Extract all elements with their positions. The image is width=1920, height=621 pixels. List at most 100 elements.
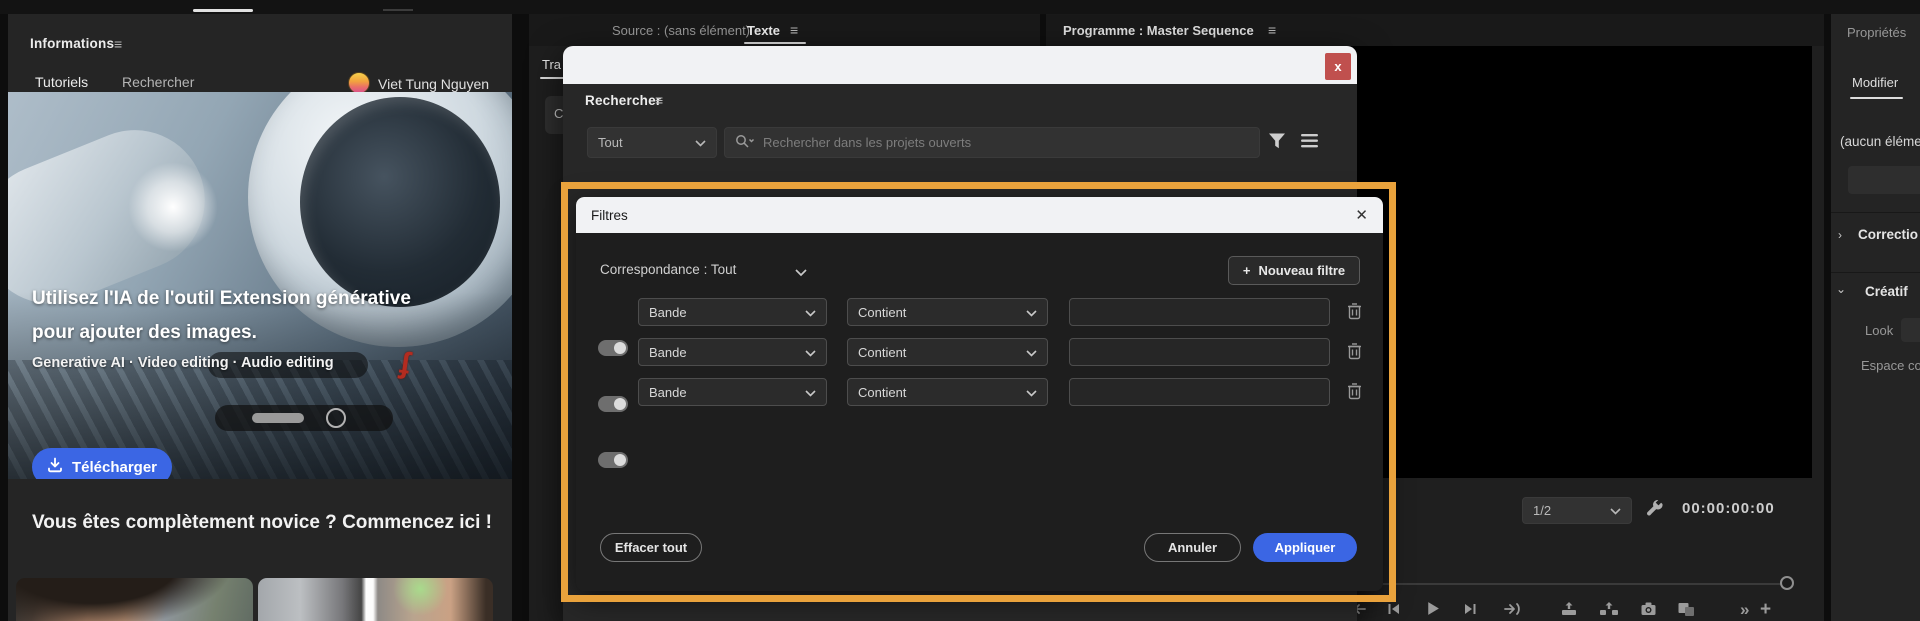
tab-modifier[interactable]: Modifier	[1852, 75, 1898, 90]
rechercher-panel-menu-icon[interactable]: ≡	[655, 92, 663, 108]
hero-tags: Generative AI · Video editing · Audio ed…	[32, 355, 334, 371]
chevron-down-icon	[1026, 345, 1037, 360]
playback-resolution-select[interactable]: 1/2	[1522, 497, 1632, 524]
filter-field-select[interactable]: Bande	[638, 338, 827, 366]
lens-flare-graphic	[128, 162, 218, 252]
trash-icon[interactable]	[1347, 381, 1362, 403]
hero-headline-line2: pour ajouter des images.	[32, 322, 257, 343]
tab-source[interactable]: Source : (sans élément)	[612, 23, 750, 38]
chevron-down-icon	[805, 305, 816, 320]
chevron-right-icon[interactable]: ›	[1838, 228, 1842, 242]
hero-player-controls[interactable]	[215, 405, 393, 431]
proprietes-panel: Propriétés Modifier (aucun éléme › Corre…	[1831, 14, 1920, 621]
comparison-view-icon[interactable]	[1677, 601, 1696, 617]
go-to-out-icon[interactable]	[1503, 601, 1521, 617]
match-mode-label[interactable]: Correspondance : Tout	[600, 262, 736, 277]
filter-row-toggle[interactable]	[598, 452, 628, 468]
filtres-dialog-title: Filtres	[591, 207, 628, 223]
tab-tutoriels[interactable]: Tutoriels	[35, 74, 88, 90]
tab-programme[interactable]: Programme : Master Sequence	[1063, 23, 1254, 38]
step-back-icon[interactable]	[1386, 601, 1402, 617]
filter-value-input[interactable]	[1069, 338, 1330, 366]
sort-options-icon[interactable]	[1301, 134, 1318, 151]
astronaut-visor-graphic	[300, 97, 500, 307]
chevron-down-section-icon[interactable]: ⌄	[1836, 282, 1846, 296]
filter-operator-select[interactable]: Contient	[847, 378, 1048, 406]
section-creatif[interactable]: Créatif	[1865, 284, 1908, 299]
filtres-dialog-header[interactable]: Filtres ✕	[576, 197, 1383, 233]
filter-operator-value: Contient	[858, 384, 907, 400]
workspace-mark	[383, 9, 413, 11]
programme-panel-menu-icon[interactable]: ≡	[1268, 22, 1276, 38]
tab-rechercher[interactable]: Rechercher	[122, 74, 194, 90]
tutorial-thumbnail-2[interactable]	[258, 578, 493, 621]
no-element-note: (aucun éléme	[1840, 134, 1920, 149]
download-button[interactable]: Télécharger	[32, 448, 172, 479]
hero-player-loop-icon[interactable]	[326, 408, 346, 428]
hero-promo-card[interactable]: Utilisez l'IA de l'outil Extension génér…	[8, 92, 512, 479]
panel-divider-left	[512, 14, 529, 621]
add-button-icon[interactable]: +	[1760, 599, 1771, 621]
filtres-dialog: Filtres ✕ Correspondance : Tout + Nouvea…	[576, 197, 1383, 591]
tab-texte-underline	[744, 42, 806, 44]
filter-field-select[interactable]: Bande	[638, 378, 827, 406]
search-input-wrap	[724, 127, 1260, 158]
tutorial-thumbnail-1[interactable]	[16, 578, 253, 621]
rechercher-window-titlebar[interactable]	[563, 46, 1357, 84]
filtres-close-icon[interactable]: ✕	[1355, 206, 1368, 224]
filter-operator-select[interactable]: Contient	[847, 338, 1048, 366]
filter-value-input[interactable]	[1069, 298, 1330, 326]
cancel-button[interactable]: Annuler	[1144, 533, 1241, 562]
download-button-label: Télécharger	[71, 458, 158, 476]
filter-row-toggle[interactable]	[598, 396, 628, 412]
lift-icon[interactable]	[1560, 601, 1578, 617]
texte-panel-menu-icon[interactable]: ≡	[790, 22, 798, 38]
tab-transcription-fragment[interactable]: Tra	[542, 57, 561, 72]
chevron-down-icon	[695, 135, 706, 150]
informations-panel-menu-icon[interactable]: ≡	[114, 36, 122, 52]
match-mode-chevron-icon[interactable]	[795, 265, 807, 280]
more-controls-icon[interactable]: »	[1740, 600, 1749, 620]
trash-icon[interactable]	[1347, 301, 1362, 323]
user-avatar[interactable]	[348, 72, 370, 94]
chevron-down-icon	[805, 385, 816, 400]
plus-icon: +	[1242, 263, 1251, 278]
filter-field-select[interactable]: Bande	[638, 298, 827, 326]
program-scrub-handle[interactable]	[1780, 576, 1794, 590]
filter-funnel-icon[interactable]	[1268, 132, 1286, 154]
empty-field-box[interactable]	[1848, 166, 1920, 194]
new-filter-button[interactable]: + Nouveau filtre	[1228, 256, 1360, 285]
chevron-down-icon	[805, 345, 816, 360]
export-frame-camera-icon[interactable]	[1640, 601, 1657, 617]
section-corrections[interactable]: Correctio	[1858, 227, 1918, 242]
play-icon[interactable]	[1424, 600, 1441, 617]
rechercher-panel-title: Rechercher	[585, 93, 662, 108]
user-name: Viet Tung Nguyen	[378, 76, 490, 92]
settings-wrench-icon[interactable]	[1645, 499, 1665, 519]
proprietes-panel-title: Propriétés	[1847, 25, 1907, 40]
hero-player-progress[interactable]	[252, 413, 304, 423]
window-close-button[interactable]: x	[1325, 53, 1351, 80]
extract-icon[interactable]	[1599, 601, 1619, 617]
clear-all-button[interactable]: Effacer tout	[600, 533, 702, 562]
new-filter-label: Nouveau filtre	[1258, 263, 1346, 278]
apply-button[interactable]: Appliquer	[1253, 533, 1357, 562]
section-divider-1	[1831, 212, 1920, 213]
chevron-down-icon	[1610, 503, 1621, 518]
tab-modifier-underline	[1850, 97, 1903, 99]
filter-row-toggle[interactable]	[598, 340, 628, 356]
filter-value-input[interactable]	[1069, 378, 1330, 406]
section-divider-2	[1831, 272, 1920, 273]
program-timecode: 00:00:00:00	[1682, 500, 1775, 517]
search-scope-select[interactable]: Tout	[587, 127, 717, 158]
tab-texte[interactable]: Texte	[747, 23, 780, 38]
step-forward-icon[interactable]	[1462, 601, 1478, 617]
search-input[interactable]	[763, 135, 1249, 150]
workspace-active-underline	[193, 9, 253, 12]
filter-operator-select[interactable]: Contient	[847, 298, 1048, 326]
search-icon	[735, 134, 755, 152]
hero-headline-line1: Utilisez l'IA de l'outil Extension génér…	[32, 288, 411, 309]
premiere-pro-app: Informations ≡ Tutoriels Rechercher Viet…	[0, 0, 1920, 621]
look-select-fragment[interactable]	[1901, 318, 1920, 342]
trash-icon[interactable]	[1347, 341, 1362, 363]
